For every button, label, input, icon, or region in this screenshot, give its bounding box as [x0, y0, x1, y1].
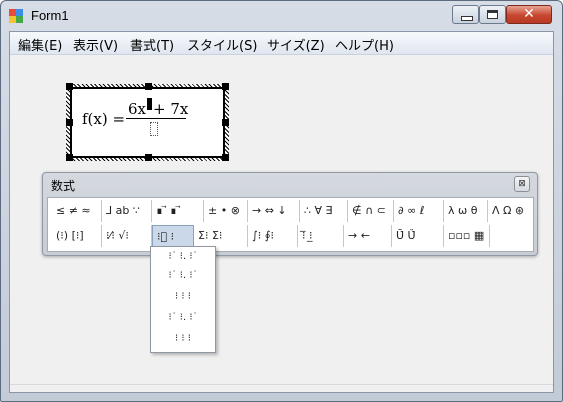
minimize-icon	[461, 16, 473, 21]
palette-row-2: (⁝) [⁝] ⁝⁄⁝ √⁝ ⁝⃞ ⁝ Σ⁝ Σ⁝ ∫⁝ ∮⁝ ⁝̅ ⁝̲ → …	[52, 225, 532, 249]
title-bar[interactable]: Form1 ✕	[1, 1, 562, 31]
resize-handle[interactable]	[222, 154, 229, 161]
resize-handle[interactable]	[66, 154, 73, 161]
maximize-button[interactable]	[479, 5, 506, 24]
close-button[interactable]: ✕	[506, 5, 552, 24]
integral-group[interactable]: ∫⁝ ∮⁝	[248, 225, 298, 247]
menu-bar: 編集(E) 表示(V) 書式(T) スタイル(S) サイズ(Z) ヘルプ(H)	[10, 32, 553, 55]
template-row-3[interactable]: ⁝ ⁝ ⁝	[153, 290, 213, 304]
template-dropdown: ⁝˙ ⁝. ⁝˙ ⁝˙ ⁝. ⁝˙ ⁝ ⁝ ⁝ ⁝˙ ⁝. ⁝˙ ⁝ ⁝ ⁝	[150, 246, 216, 353]
bar-group[interactable]: ⁝̅ ⁝̲	[298, 225, 344, 247]
resize-handle[interactable]	[145, 83, 152, 90]
menu-edit[interactable]: 編集(E)	[18, 35, 62, 54]
menu-size[interactable]: サイズ(Z)	[267, 35, 325, 54]
close-icon: ✕	[523, 6, 535, 22]
main-window: Form1 ✕ 編集(E) 表示(V) 書式(T) スタイル(S) サイズ(Z)…	[0, 0, 563, 402]
labeled-arrow-group[interactable]: → ←	[344, 225, 392, 247]
app-icon	[9, 9, 23, 23]
formula-lhs: f(x) =	[82, 110, 126, 128]
palette-body: ≤ ≠ ≈ ⅃ ab ∵ ∎ ⃗ ∎ ⃗ ± • ⊗ → ⇔ ↓ ∴ ∀ ∃ ∉…	[47, 197, 534, 252]
menu-view[interactable]: 表示(V)	[73, 35, 118, 54]
resize-handle[interactable]	[145, 154, 152, 161]
greek-upper-group[interactable]: Λ Ω ⊛	[488, 200, 532, 222]
equation-editor[interactable]: f(x) = 6x + 7x	[70, 87, 225, 158]
products-group[interactable]: Ū̇ Ǔ̇	[392, 225, 444, 247]
denominator-placeholder[interactable]	[150, 122, 158, 136]
fraction-bar	[126, 118, 186, 119]
minimize-button[interactable]	[452, 5, 479, 24]
arrows-group[interactable]: → ⇔ ↓	[248, 200, 300, 222]
spaces-group[interactable]: ⅃ ab ∵	[102, 200, 152, 222]
resize-handle[interactable]	[66, 119, 73, 126]
resize-handle[interactable]	[66, 83, 73, 90]
text-cursor	[147, 98, 153, 110]
template-row-2[interactable]: ⁝˙ ⁝. ⁝˙	[153, 269, 213, 283]
formula-numerator: 6x + 7x	[128, 98, 188, 118]
logic-group[interactable]: ∴ ∀ ∃	[300, 200, 348, 222]
matrix-group[interactable]: ▫▫▫ ▦	[444, 225, 490, 247]
subscript-superscript-group[interactable]: ⁝⃞ ⁝	[152, 225, 194, 247]
resize-handle[interactable]	[222, 83, 229, 90]
relations-group[interactable]: ≤ ≠ ≈	[52, 200, 102, 222]
operators-group[interactable]: ± • ⊗	[204, 200, 248, 222]
client-area: 編集(E) 表示(V) 書式(T) スタイル(S) サイズ(Z) ヘルプ(H) …	[9, 31, 554, 393]
menu-help[interactable]: ヘルプ(H)	[335, 35, 394, 54]
template-row-1[interactable]: ⁝˙ ⁝. ⁝˙	[153, 250, 213, 264]
palette-row-1: ≤ ≠ ≈ ⅃ ab ∵ ∎ ⃗ ∎ ⃗ ± • ⊗ → ⇔ ↓ ∴ ∀ ∃ ∉…	[52, 200, 532, 224]
menu-style[interactable]: スタイル(S)	[187, 35, 257, 54]
fences-group[interactable]: (⁝) [⁝]	[52, 225, 102, 247]
maximize-icon	[487, 10, 498, 19]
greek-lower-group[interactable]: λ ω θ	[444, 200, 488, 222]
numerator-right: + 7x	[153, 100, 189, 118]
math-palette: 数式 ⊠ ≤ ≠ ≈ ⅃ ab ∵ ∎ ⃗ ∎ ⃗ ± • ⊗ → ⇔ ↓ ∴ …	[42, 172, 538, 256]
menu-format[interactable]: 書式(T)	[130, 35, 174, 54]
formula[interactable]: f(x) = 6x + 7x	[82, 97, 222, 147]
bottom-divider	[10, 384, 553, 385]
summation-group[interactable]: Σ⁝ Σ⁝	[194, 225, 248, 247]
palette-close-button[interactable]: ⊠	[514, 176, 530, 192]
misc-symbols-group[interactable]: ∂ ∞ ℓ	[394, 200, 444, 222]
numerator-left: 6x	[128, 100, 147, 118]
template-row-4[interactable]: ⁝˙ ⁝. ⁝˙	[153, 311, 213, 325]
sets-group[interactable]: ∉ ∩ ⊂	[348, 200, 394, 222]
embellishments-group[interactable]: ∎ ⃗ ∎ ⃗	[152, 200, 204, 222]
fraction-radical-group[interactable]: ⁝⁄⁝ √⁝	[102, 225, 152, 247]
palette-title: 数式	[51, 179, 76, 193]
template-row-5[interactable]: ⁝ ⁝ ⁝	[153, 332, 213, 346]
resize-handle[interactable]	[222, 119, 229, 126]
window-title: Form1	[31, 8, 69, 23]
